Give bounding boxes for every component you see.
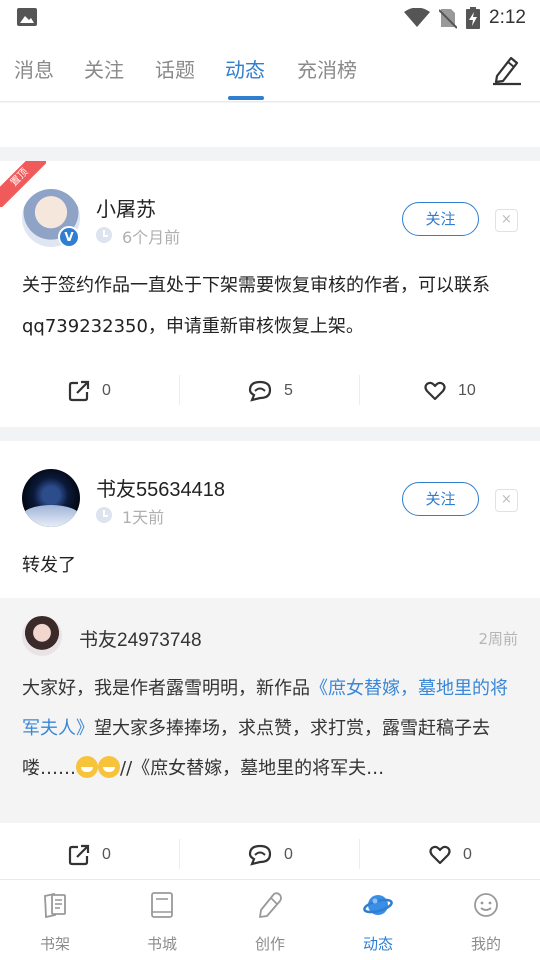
divider	[359, 839, 360, 869]
tab-feed[interactable]: 动态	[225, 54, 265, 83]
no-sim-icon	[439, 9, 458, 29]
divider	[359, 375, 360, 405]
like-button[interactable]: 10	[424, 377, 476, 405]
quoted-author-name[interactable]: 书友24973748	[79, 625, 202, 652]
post-content[interactable]: 关于签约作品一直处于下架需要恢复审核的作者，可以联系qq739232350，申请…	[22, 265, 522, 347]
wifi-icon	[404, 8, 431, 27]
quoted-text-intro: 大家好，我是作者露雪明明，新作品	[22, 678, 310, 699]
feed-header-space	[0, 103, 540, 147]
post-content[interactable]: 转发了	[22, 545, 522, 586]
avatar[interactable]	[22, 616, 62, 656]
comment-count: 0	[284, 846, 293, 863]
divider	[179, 839, 180, 869]
comment-icon	[248, 380, 272, 402]
active-tab-indicator	[228, 96, 264, 100]
like-count: 10	[458, 382, 476, 399]
post-actions: 0 5 10	[0, 375, 540, 405]
post-time: 1天前	[122, 508, 165, 527]
comment-count: 5	[284, 382, 293, 399]
like-count: 0	[463, 846, 472, 863]
share-icon	[68, 380, 90, 402]
clock-icon	[96, 507, 112, 523]
share-icon	[68, 844, 90, 866]
grin-emoji-icon	[76, 756, 98, 778]
nav-label: 书架	[39, 935, 70, 953]
quoted-post-time: 2周前	[478, 630, 518, 648]
verified-badge-icon: V	[58, 226, 80, 248]
nav-label: 书城	[146, 935, 177, 953]
top-tab-bar: 消息 关注 话题 动态 充消榜	[0, 36, 540, 102]
comment-button[interactable]: 0	[248, 841, 293, 869]
tab-messages[interactable]: 消息	[14, 54, 54, 83]
post-card[interactable]: 书友55634418 1天前 关注 × 转发了 书友24973748 2周前 大…	[0, 441, 540, 879]
bookshelf-icon	[44, 892, 66, 919]
quoted-text-tail: //《庶女替嫁，墓地里的将军夫…	[120, 758, 385, 779]
share-count: 0	[102, 846, 111, 863]
clock-icon	[96, 227, 112, 243]
heart-icon	[424, 381, 446, 401]
tab-ranking[interactable]: 充消榜	[297, 54, 357, 83]
follow-button[interactable]: 关注	[402, 202, 479, 236]
post-actions: 0 0 0	[0, 839, 540, 869]
comment-icon	[248, 844, 272, 866]
like-button[interactable]: 0	[429, 841, 472, 869]
nav-bookstore[interactable]: 书城	[127, 890, 197, 954]
divider	[179, 375, 180, 405]
author-name[interactable]: 书友55634418	[96, 473, 225, 502]
clock-time: 2:12	[489, 7, 526, 28]
comment-button[interactable]: 5	[248, 377, 293, 405]
heart-icon	[429, 845, 451, 865]
post-time: 6个月前	[122, 228, 181, 247]
battery-charging-icon	[466, 7, 481, 29]
nav-label: 我的	[470, 935, 501, 953]
nav-feed[interactable]: 动态	[343, 890, 413, 954]
share-button[interactable]: 0	[68, 377, 111, 405]
planet-icon	[363, 895, 393, 915]
post-card[interactable]: 置顶 V 小屠苏 6个月前 关注 × 关于签约作品一直处于下架需要恢复审核的作者…	[0, 161, 540, 427]
nav-create[interactable]: 创作	[235, 890, 305, 954]
nav-bookshelf[interactable]: 书架	[20, 890, 90, 954]
nav-profile[interactable]: 我的	[451, 890, 521, 954]
dismiss-button[interactable]: ×	[495, 209, 518, 232]
pen-icon	[259, 892, 282, 918]
dismiss-button[interactable]: ×	[495, 489, 518, 512]
author-name[interactable]: 小屠苏	[96, 193, 156, 222]
nav-label: 创作	[254, 935, 285, 953]
quoted-post-content[interactable]: 大家好，我是作者露雪明明，新作品《庶女替嫁，墓地里的将军夫人》望大家多捧捧场，求…	[22, 669, 522, 789]
bottom-nav-bar: 书架 书城 创作 动态 我的	[0, 879, 540, 960]
status-bar: 2:12	[0, 0, 540, 36]
image-notification-icon	[17, 8, 37, 26]
compose-pen-icon[interactable]	[489, 52, 523, 86]
nav-label: 动态	[362, 935, 393, 953]
avatar[interactable]	[22, 469, 80, 527]
quoted-post[interactable]: 书友24973748 2周前 大家好，我是作者露雪明明，新作品《庶女替嫁，墓地里…	[0, 598, 540, 823]
bookstore-icon	[151, 892, 173, 918]
grin-emoji-icon	[98, 756, 120, 778]
smiley-face-icon	[474, 893, 498, 917]
share-button[interactable]: 0	[68, 841, 111, 869]
follow-button[interactable]: 关注	[402, 482, 479, 516]
share-count: 0	[102, 382, 111, 399]
tab-topics[interactable]: 话题	[155, 54, 195, 83]
tab-following[interactable]: 关注	[84, 54, 124, 83]
